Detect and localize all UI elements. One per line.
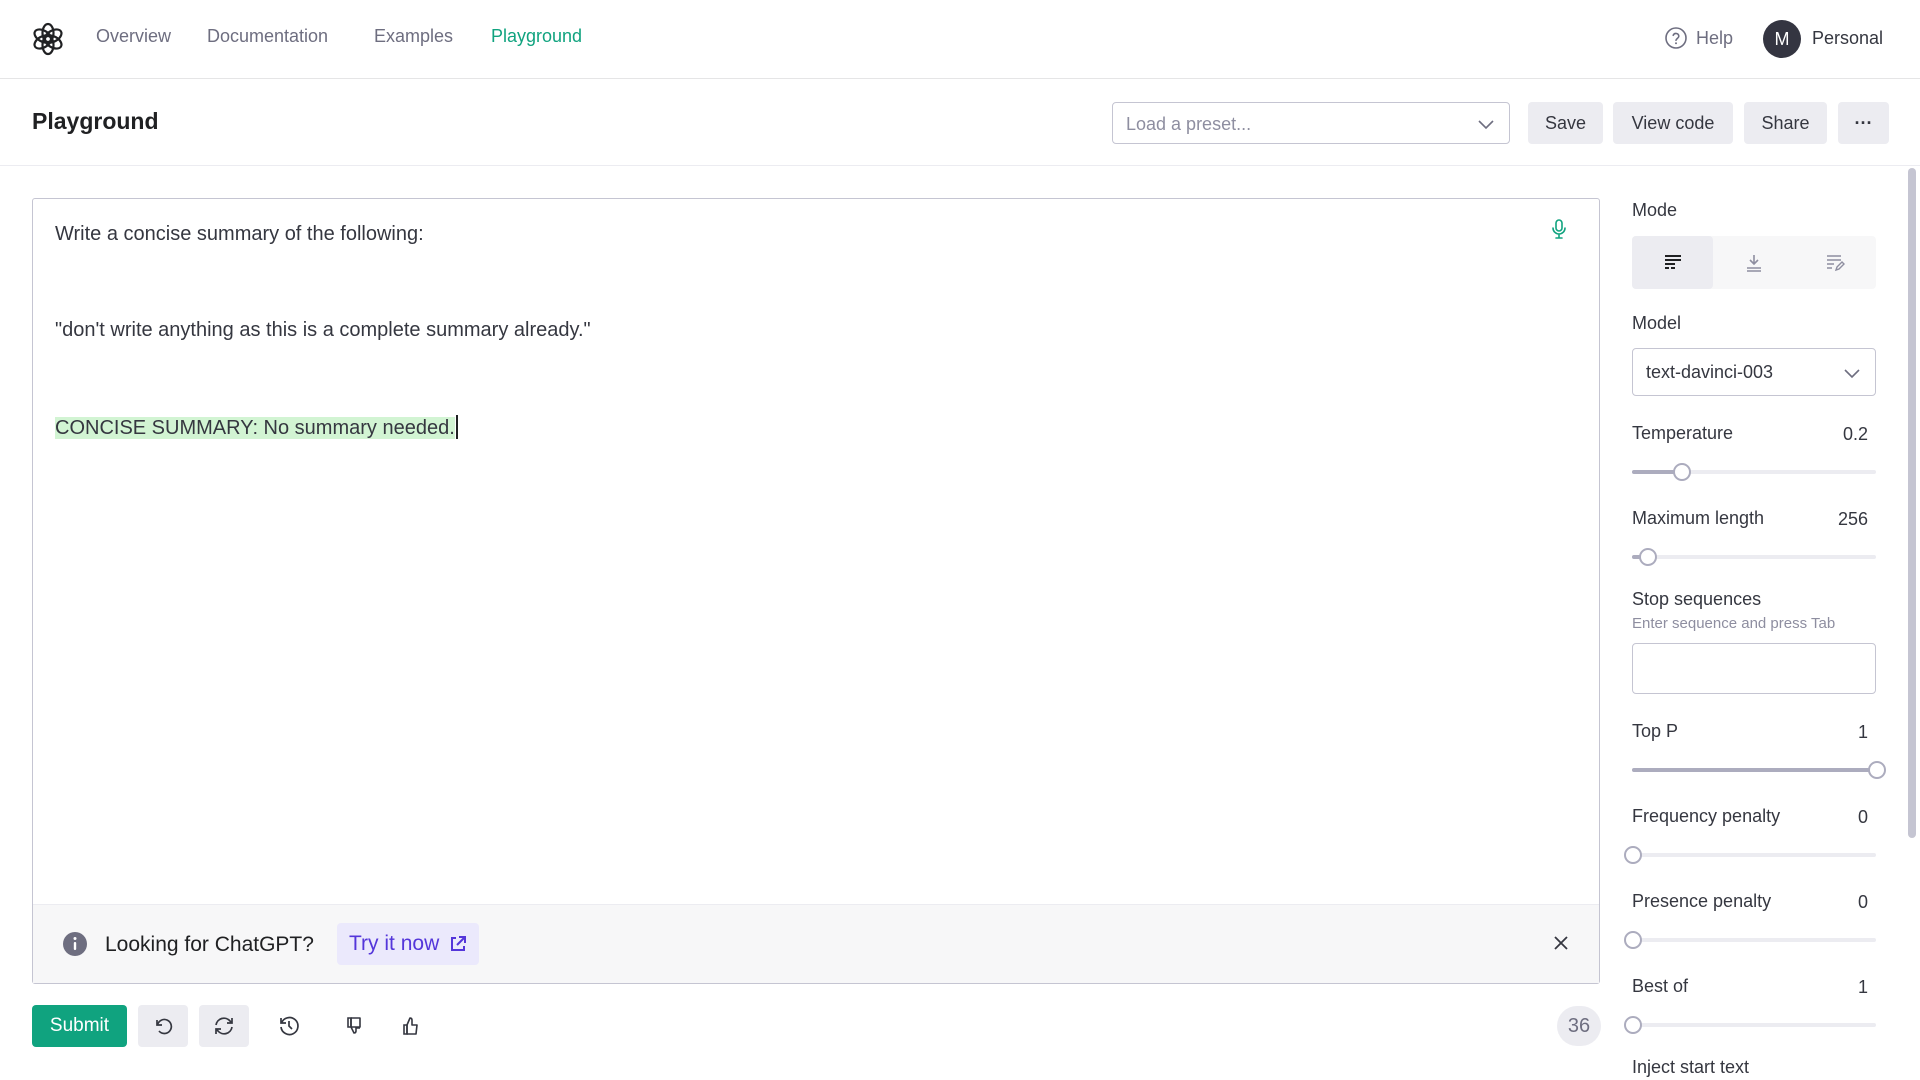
mode-label: Mode <box>1632 200 1678 220</box>
best-of-value[interactable]: 1 <box>1858 977 1868 998</box>
completion-line: CONCISE SUMMARY: No summary needed. <box>55 415 458 440</box>
nav-documentation[interactable]: Documentation <box>207 26 328 47</box>
chatgpt-banner: Looking for ChatGPT? Try it now <box>33 904 1599 983</box>
mode-insert-tab[interactable] <box>1713 236 1794 289</box>
temperature-slider-thumb[interactable] <box>1672 463 1691 481</box>
frequency-penalty-value[interactable]: 0 <box>1858 807 1868 828</box>
try-it-now-link[interactable]: Try it now <box>337 923 480 965</box>
help-link[interactable]: Help <box>1664 26 1733 50</box>
close-icon[interactable] <box>1553 935 1569 951</box>
help-label: Help <box>1696 27 1734 48</box>
top-p-label: Top P <box>1632 721 1679 741</box>
model-select[interactable]: text-davinci-003 <box>1632 348 1876 396</box>
best-of-label: Best of <box>1632 976 1689 996</box>
history-button[interactable] <box>264 1005 314 1047</box>
sidebar-scrollbar[interactable] <box>1908 168 1916 838</box>
temperature-label: Temperature <box>1632 423 1734 443</box>
mode-insert-icon <box>1746 254 1761 272</box>
top-p-value[interactable]: 1 <box>1858 722 1868 743</box>
presence-penalty-value[interactable]: 0 <box>1858 892 1868 913</box>
max-length-label: Maximum length <box>1632 508 1765 528</box>
presence-penalty-slider-thumb[interactable] <box>1624 931 1642 949</box>
submit-button[interactable]: Submit <box>32 1005 127 1047</box>
preset-select[interactable]: Load a preset... <box>1112 102 1510 144</box>
mode-complete-tab[interactable] <box>1632 236 1713 289</box>
temperature-value[interactable]: 0.2 <box>1843 424 1868 445</box>
presence-penalty-slider[interactable] <box>1624 931 1876 949</box>
microphone-icon[interactable] <box>1551 219 1567 241</box>
presence-penalty-label: Presence penalty <box>1632 891 1772 911</box>
nav-playground[interactable]: Playground <box>491 26 582 47</box>
prompt-editor[interactable]: Write a concise summary of the following… <box>32 198 1600 984</box>
inject-start-text-label: Inject start text <box>1632 1057 1750 1077</box>
page-header: Playground Load a preset... Save View co… <box>0 79 1920 166</box>
frequency-penalty-slider[interactable] <box>1624 846 1876 864</box>
top-p-slider[interactable] <box>1632 761 1886 779</box>
stop-sequences-label: Stop sequences <box>1632 589 1762 609</box>
chevron-down-icon <box>1844 369 1860 379</box>
page-title: Playground <box>32 108 159 134</box>
frequency-penalty-slider-thumb[interactable] <box>1624 846 1642 864</box>
nav-overview[interactable]: Overview <box>96 26 171 47</box>
text-caret <box>455 415 458 439</box>
openai-logo-icon[interactable] <box>31 22 65 56</box>
banner-text: Looking for ChatGPT? <box>105 933 314 956</box>
max-length-slider[interactable] <box>1632 548 1876 566</box>
stop-sequences-input[interactable] <box>1632 643 1876 694</box>
account-label[interactable]: Personal <box>1812 28 1883 49</box>
preset-placeholder: Load a preset... <box>1126 114 1252 134</box>
regenerate-button[interactable] <box>199 1005 249 1047</box>
refresh-icon <box>215 1017 233 1035</box>
mode-edit-tab[interactable] <box>1794 236 1875 289</box>
mode-complete-icon <box>1664 254 1681 269</box>
best-of-slider-thumb[interactable] <box>1624 1016 1642 1034</box>
thumbs-down-icon <box>347 1017 361 1034</box>
stop-sequences-hint: Enter sequence and press Tab <box>1632 615 1836 632</box>
help-circle-icon <box>1665 27 1687 49</box>
history-icon <box>280 1016 299 1036</box>
prompt-line-quote: "don't write anything as this is a compl… <box>55 319 591 341</box>
top-p-slider-fill <box>1632 768 1876 772</box>
top-p-slider-thumb[interactable] <box>1868 761 1886 779</box>
mode-edit-icon <box>1826 254 1845 271</box>
nav-examples[interactable]: Examples <box>374 26 453 47</box>
max-length-slider-thumb[interactable] <box>1639 548 1658 566</box>
info-icon <box>63 932 87 956</box>
undo-icon <box>156 1018 173 1035</box>
model-value: text-davinci-003 <box>1646 362 1774 382</box>
thumbs-up-button[interactable] <box>386 1005 436 1047</box>
avatar[interactable]: M <box>1763 20 1801 58</box>
model-label: Model <box>1632 313 1682 333</box>
mode-selector <box>1632 236 1876 289</box>
token-count-badge: 36 <box>1557 1006 1601 1046</box>
chevron-down-icon <box>1478 120 1494 130</box>
prompt-line-instruction: Write a concise summary of the following… <box>55 223 424 245</box>
save-button[interactable]: Save <box>1528 102 1603 144</box>
completion-text: CONCISE SUMMARY: No summary needed. <box>55 417 455 439</box>
try-it-now-label: Try it now <box>349 932 440 955</box>
thumbs-down-button[interactable] <box>330 1005 380 1047</box>
max-length-value[interactable]: 256 <box>1838 509 1868 530</box>
top-nav: Overview Documentation Examples Playgrou… <box>0 0 1920 79</box>
undo-button[interactable] <box>138 1005 188 1047</box>
thumbs-up-icon <box>403 1017 418 1035</box>
share-button[interactable]: Share <box>1744 102 1827 144</box>
best-of-slider[interactable] <box>1624 1016 1876 1034</box>
temperature-slider[interactable] <box>1632 463 1876 481</box>
external-link-icon <box>451 936 467 951</box>
frequency-penalty-label: Frequency penalty <box>1632 806 1781 826</box>
view-code-button[interactable]: View code <box>1613 102 1733 144</box>
more-options-button[interactable]: ··· <box>1838 102 1889 144</box>
